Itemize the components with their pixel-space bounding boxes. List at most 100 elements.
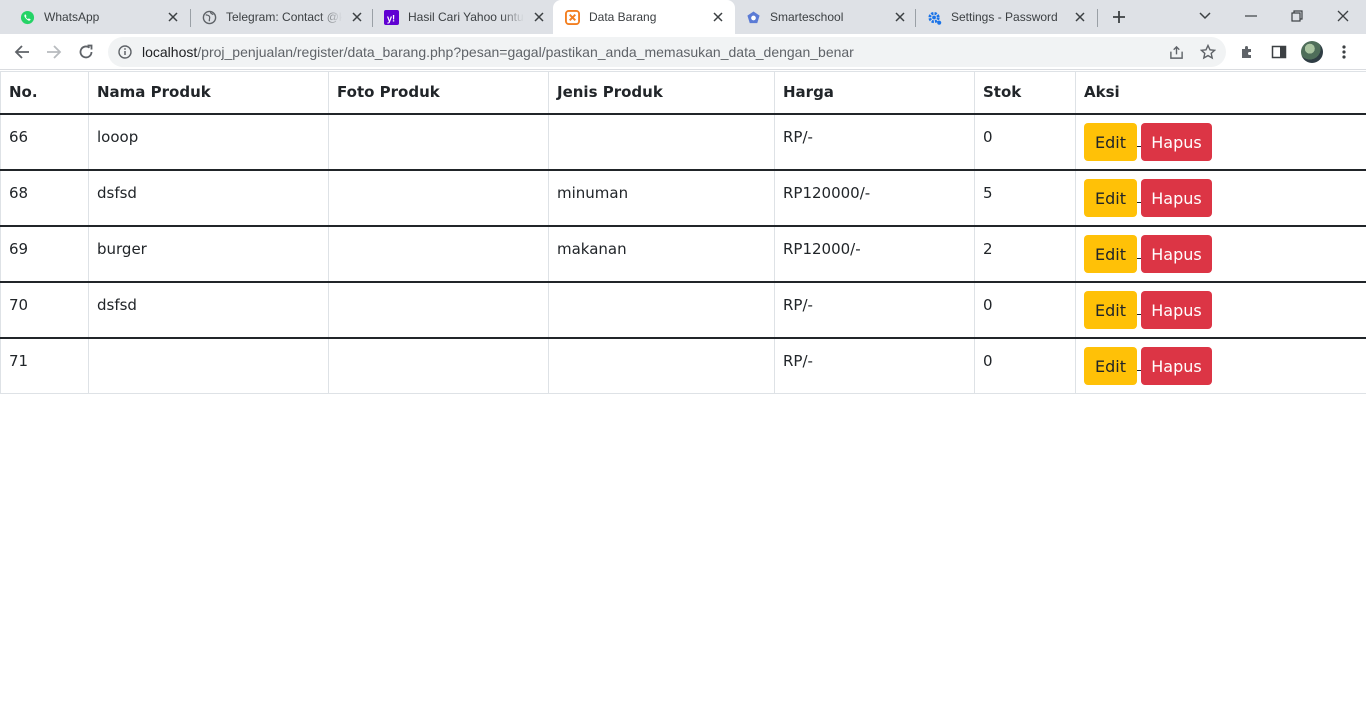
table-row: 70 dsfsd RP/- 0 Edit Hapus <box>0 281 1366 339</box>
cell-aksi: Edit Hapus <box>1075 281 1366 339</box>
header-aksi: Aksi <box>1075 71 1366 115</box>
yahoo-icon: y! <box>384 10 399 25</box>
cell-no: 68 <box>0 169 89 227</box>
cell-stok: 2 <box>974 225 1076 283</box>
cell-foto-produk <box>328 113 549 171</box>
cell-no: 71 <box>0 337 89 394</box>
smarteschool-icon <box>746 10 761 25</box>
tab-data-barang[interactable]: Data Barang <box>553 0 735 34</box>
tab-telegram[interactable]: Telegram: Contact @k <box>190 0 372 34</box>
tab-smarteschool[interactable]: Smarteschool <box>735 0 915 34</box>
cell-jenis-produk <box>548 281 775 339</box>
header-stok: Stok <box>974 71 1076 115</box>
cell-aksi: Edit Hapus <box>1075 337 1366 394</box>
tab-title: Settings - Passwords <box>951 10 1057 24</box>
hapus-button[interactable]: Hapus <box>1141 178 1212 217</box>
close-window-icon[interactable] <box>1329 3 1357 29</box>
header-no: No. <box>0 71 89 115</box>
browser-toolbar: localhost/proj_penjualan/register/data_b… <box>0 34 1366 70</box>
new-tab-plus-icon[interactable] <box>1108 6 1130 28</box>
cell-harga: RP120000/- <box>774 169 975 227</box>
site-info-icon[interactable] <box>118 45 132 59</box>
globe-icon <box>202 10 217 25</box>
bookmark-star-icon[interactable] <box>1200 44 1216 60</box>
xampp-icon <box>565 10 580 25</box>
settings-gear-icon <box>927 10 942 25</box>
edit-button[interactable]: Edit <box>1084 346 1137 385</box>
cell-foto-produk <box>328 281 549 339</box>
cell-jenis-produk <box>548 337 775 394</box>
share-icon[interactable] <box>1168 44 1184 60</box>
more-menu-icon[interactable] <box>1335 43 1353 61</box>
cell-nama-produk: burger <box>88 225 329 283</box>
minimize-window-icon[interactable] <box>1237 3 1265 29</box>
cell-stok: 0 <box>974 281 1076 339</box>
header-jenis-produk: Jenis Produk <box>548 71 775 115</box>
hapus-button[interactable]: Hapus <box>1141 346 1212 385</box>
tab-title: Smarteschool <box>770 10 844 24</box>
svg-text:y!: y! <box>387 13 395 23</box>
reload-icon[interactable] <box>74 40 98 64</box>
cell-nama-produk: dsfsd <box>88 169 329 227</box>
tab-settings-passwords[interactable]: Settings - Passwords <box>915 0 1097 34</box>
edit-button[interactable]: Edit <box>1084 290 1137 329</box>
close-tab-icon[interactable] <box>711 10 725 24</box>
tab-separator <box>1097 9 1098 27</box>
restore-window-icon[interactable] <box>1283 3 1311 29</box>
header-nama-produk: Nama Produk <box>88 71 329 115</box>
cell-harga: RP/- <box>774 337 975 394</box>
hapus-button[interactable]: Hapus <box>1141 234 1212 273</box>
cell-no: 70 <box>0 281 89 339</box>
back-arrow-icon[interactable] <box>10 40 34 64</box>
header-foto-produk: Foto Produk <box>328 71 549 115</box>
url-path: /proj_penjualan/register/data_barang.php… <box>197 44 854 60</box>
cell-no: 69 <box>0 225 89 283</box>
cell-foto-produk <box>328 169 549 227</box>
forward-arrow-icon[interactable] <box>42 40 66 64</box>
cell-nama-produk <box>88 337 329 394</box>
tab-strip: WhatsApp Telegram: Contact @k y! Hasil C… <box>0 0 1366 34</box>
tab-yahoo[interactable]: y! Hasil Cari Yahoo untuk <box>372 0 552 34</box>
header-harga: Harga <box>774 71 975 115</box>
tab-title: Data Barang <box>589 10 657 24</box>
edit-button[interactable]: Edit <box>1084 122 1137 161</box>
cell-jenis-produk <box>548 113 775 171</box>
extensions-puzzle-icon[interactable] <box>1238 43 1256 61</box>
cell-aksi: Edit Hapus <box>1075 169 1366 227</box>
close-tab-icon[interactable] <box>350 10 364 24</box>
tab-title: Telegram: Contact @k <box>226 10 342 24</box>
cell-nama-produk: looop <box>88 113 329 171</box>
edit-button[interactable]: Edit <box>1084 234 1137 273</box>
cell-jenis-produk: makanan <box>548 225 775 283</box>
table-row: 69 burger makanan RP12000/- 2 Edit Hapus <box>0 225 1366 283</box>
edit-button[interactable]: Edit <box>1084 178 1137 217</box>
close-tab-icon[interactable] <box>532 10 546 24</box>
cell-aksi: Edit Hapus <box>1075 225 1366 283</box>
cell-jenis-produk: minuman <box>548 169 775 227</box>
cell-foto-produk <box>328 337 549 394</box>
whatsapp-icon <box>20 10 35 25</box>
tab-title: WhatsApp <box>44 10 100 24</box>
cell-harga: RP12000/- <box>774 225 975 283</box>
close-tab-icon[interactable] <box>1073 10 1087 24</box>
cell-harga: RP/- <box>774 281 975 339</box>
url-host: localhost <box>142 44 198 60</box>
profile-avatar[interactable] <box>1301 41 1323 63</box>
hapus-button[interactable]: Hapus <box>1141 290 1212 329</box>
tab-whatsapp[interactable]: WhatsApp <box>0 0 190 34</box>
address-bar[interactable]: localhost/proj_penjualan/register/data_b… <box>108 37 1226 67</box>
cell-aksi: Edit Hapus <box>1075 113 1366 171</box>
cell-harga: RP/- <box>774 113 975 171</box>
url-text: localhost/proj_penjualan/register/data_b… <box>142 45 854 60</box>
side-panel-icon[interactable] <box>1270 43 1288 61</box>
cell-no: 66 <box>0 113 89 171</box>
page-content: No. Nama Produk Foto Produk Jenis Produk… <box>0 71 1366 394</box>
table-row: 71 RP/- 0 Edit Hapus <box>0 337 1366 394</box>
table-header-row: No. Nama Produk Foto Produk Jenis Produk… <box>0 71 1366 115</box>
cell-stok: 5 <box>974 169 1076 227</box>
close-tab-icon[interactable] <box>166 10 180 24</box>
close-tab-icon[interactable] <box>893 10 907 24</box>
cell-stok: 0 <box>974 113 1076 171</box>
hapus-button[interactable]: Hapus <box>1141 122 1212 161</box>
tab-search-chevron-down-icon[interactable] <box>1191 3 1219 29</box>
